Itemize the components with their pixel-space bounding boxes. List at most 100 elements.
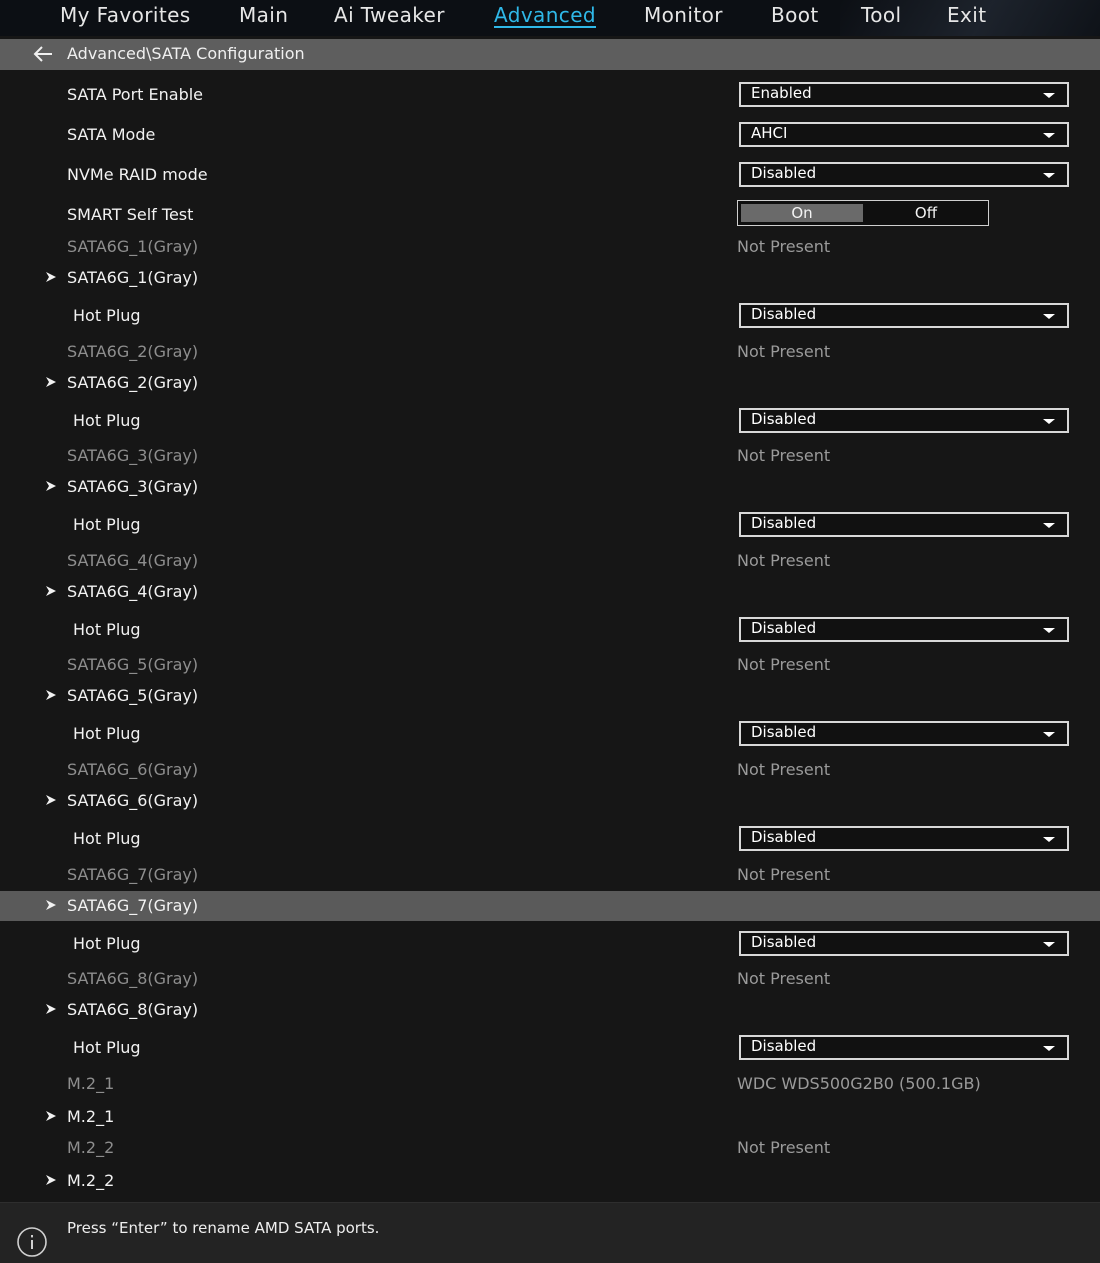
- menu-exit[interactable]: Exit: [947, 3, 986, 27]
- hot-plug-label: Hot Plug: [73, 515, 141, 534]
- sata-port-info-row: SATA6G_8(Gray) Not Present: [0, 964, 1100, 994]
- port-submenu-label: SATA6G_2(Gray): [67, 373, 199, 392]
- hot-plug-label: Hot Plug: [73, 411, 141, 430]
- m2-info-row: M.2_2 Not Present: [0, 1133, 1100, 1163]
- sata-port-info-row: SATA6G_2(Gray) Not Present: [0, 337, 1100, 367]
- port-submenu-label: SATA6G_7(Gray): [67, 896, 199, 915]
- m2-info-label: M.2_2: [67, 1138, 115, 1157]
- chevron-right-icon: [46, 1175, 56, 1185]
- menu-my-favorites[interactable]: My Favorites: [60, 3, 191, 27]
- port-status: Not Present: [737, 760, 831, 779]
- dropdown-value: Disabled: [751, 933, 817, 951]
- hot-plug-dropdown[interactable]: Disabled: [739, 826, 1069, 851]
- port-info-label: SATA6G_4(Gray): [67, 551, 199, 570]
- nvme-raid-mode-dropdown[interactable]: Disabled: [739, 162, 1069, 187]
- dropdown-value: Disabled: [751, 514, 817, 532]
- sata-mode-dropdown[interactable]: AHCI: [739, 122, 1069, 147]
- caret-down-icon: [1043, 173, 1055, 178]
- port-info-label: SATA6G_8(Gray): [67, 969, 199, 988]
- dropdown-value: Disabled: [751, 1037, 817, 1055]
- chevron-right-icon: [46, 690, 56, 700]
- chevron-right-icon: [46, 272, 56, 282]
- m2-info-label: M.2_1: [67, 1074, 115, 1093]
- port-submenu-label: SATA6G_4(Gray): [67, 582, 199, 601]
- caret-down-icon: [1043, 133, 1055, 138]
- port-submenu-label: SATA6G_6(Gray): [67, 791, 199, 810]
- toggle-off-option[interactable]: Off: [866, 204, 986, 222]
- menu-tool[interactable]: Tool: [861, 3, 901, 27]
- sata-port-enable-dropdown[interactable]: Enabled: [739, 82, 1069, 107]
- hot-plug-label: Hot Plug: [73, 934, 141, 953]
- menu-boot[interactable]: Boot: [771, 3, 819, 27]
- sata-port-submenu-row[interactable]: SATA6G_8(Gray): [0, 995, 1100, 1025]
- breadcrumb: Advanced\SATA Configuration: [0, 39, 1100, 70]
- port-status: Not Present: [737, 551, 831, 570]
- sata-port-submenu-row[interactable]: SATA6G_4(Gray): [0, 577, 1100, 607]
- port-status: Not Present: [737, 237, 831, 256]
- m2-submenu-label: M.2_1: [67, 1107, 115, 1126]
- caret-down-icon: [1043, 837, 1055, 842]
- m2-status: WDC WDS500G2B0 (500.1GB): [737, 1074, 981, 1093]
- sata-port-info-row: SATA6G_7(Gray) Not Present: [0, 860, 1100, 890]
- hot-plug-row: Hot Plug Disabled: [0, 615, 1100, 645]
- dropdown-value: AHCI: [751, 124, 788, 142]
- back-arrow-icon[interactable]: [30, 43, 56, 65]
- m2-submenu-row[interactable]: M.2_2: [0, 1166, 1100, 1196]
- smart-self-test-toggle[interactable]: On Off: [737, 200, 989, 226]
- hot-plug-row: Hot Plug Disabled: [0, 824, 1100, 854]
- sata-port-submenu-row[interactable]: SATA6G_2(Gray): [0, 368, 1100, 398]
- chevron-right-icon: [46, 1004, 56, 1014]
- sata-port-submenu-row[interactable]: SATA6G_6(Gray): [0, 786, 1100, 816]
- m2-submenu-row[interactable]: M.2_1: [0, 1102, 1100, 1132]
- chevron-right-icon: [46, 795, 56, 805]
- top-menu-bar: My Favorites Main Ai Tweaker Advanced Mo…: [0, 0, 1100, 36]
- setting-label: SATA Port Enable: [67, 85, 204, 104]
- dropdown-value: Disabled: [751, 828, 817, 846]
- hot-plug-row: Hot Plug Disabled: [0, 929, 1100, 959]
- hot-plug-dropdown[interactable]: Disabled: [739, 721, 1069, 746]
- caret-down-icon: [1043, 1046, 1055, 1051]
- port-status: Not Present: [737, 342, 831, 361]
- hot-plug-row: Hot Plug Disabled: [0, 406, 1100, 436]
- menu-monitor[interactable]: Monitor: [644, 3, 723, 27]
- sata-port-submenu-row[interactable]: SATA6G_7(Gray): [0, 891, 1100, 921]
- menu-main[interactable]: Main: [239, 3, 288, 27]
- setting-row-sata-mode: SATA Mode AHCI: [0, 120, 1100, 150]
- hot-plug-row: Hot Plug Disabled: [0, 1033, 1100, 1063]
- port-info-label: SATA6G_1(Gray): [67, 237, 199, 256]
- sata-port-submenu-row[interactable]: SATA6G_3(Gray): [0, 472, 1100, 502]
- setting-label: NVMe RAID mode: [67, 165, 208, 184]
- caret-down-icon: [1043, 419, 1055, 424]
- hot-plug-label: Hot Plug: [73, 620, 141, 639]
- hot-plug-dropdown[interactable]: Disabled: [739, 617, 1069, 642]
- chevron-right-icon: [46, 900, 56, 910]
- hot-plug-row: Hot Plug Disabled: [0, 510, 1100, 540]
- m2-status: Not Present: [737, 1138, 831, 1157]
- hot-plug-dropdown[interactable]: Disabled: [739, 408, 1069, 433]
- hot-plug-dropdown[interactable]: Disabled: [739, 1035, 1069, 1060]
- sata-port-submenu-row[interactable]: SATA6G_5(Gray): [0, 681, 1100, 711]
- port-info-label: SATA6G_6(Gray): [67, 760, 199, 779]
- dropdown-value: Enabled: [751, 84, 812, 102]
- port-info-label: SATA6G_2(Gray): [67, 342, 199, 361]
- port-status: Not Present: [737, 969, 831, 988]
- help-footer: Press “Enter” to rename AMD SATA ports.: [0, 1202, 1100, 1263]
- toggle-on-option[interactable]: On: [741, 204, 863, 222]
- caret-down-icon: [1043, 628, 1055, 633]
- dropdown-value: Disabled: [751, 723, 817, 741]
- port-status: Not Present: [737, 655, 831, 674]
- port-submenu-label: SATA6G_1(Gray): [67, 268, 199, 287]
- chevron-right-icon: [46, 1111, 56, 1121]
- sata-port-submenu-row[interactable]: SATA6G_1(Gray): [0, 263, 1100, 293]
- caret-down-icon: [1043, 314, 1055, 319]
- hot-plug-dropdown[interactable]: Disabled: [739, 931, 1069, 956]
- hot-plug-dropdown[interactable]: Disabled: [739, 512, 1069, 537]
- menu-ai-tweaker[interactable]: Ai Tweaker: [334, 3, 445, 27]
- port-info-label: SATA6G_5(Gray): [67, 655, 199, 674]
- sata-port-info-row: SATA6G_4(Gray) Not Present: [0, 546, 1100, 576]
- hot-plug-dropdown[interactable]: Disabled: [739, 303, 1069, 328]
- dropdown-value: Disabled: [751, 164, 817, 182]
- menu-advanced[interactable]: Advanced: [494, 3, 596, 27]
- port-info-label: SATA6G_7(Gray): [67, 865, 199, 884]
- m2-info-row: M.2_1 WDC WDS500G2B0 (500.1GB): [0, 1069, 1100, 1099]
